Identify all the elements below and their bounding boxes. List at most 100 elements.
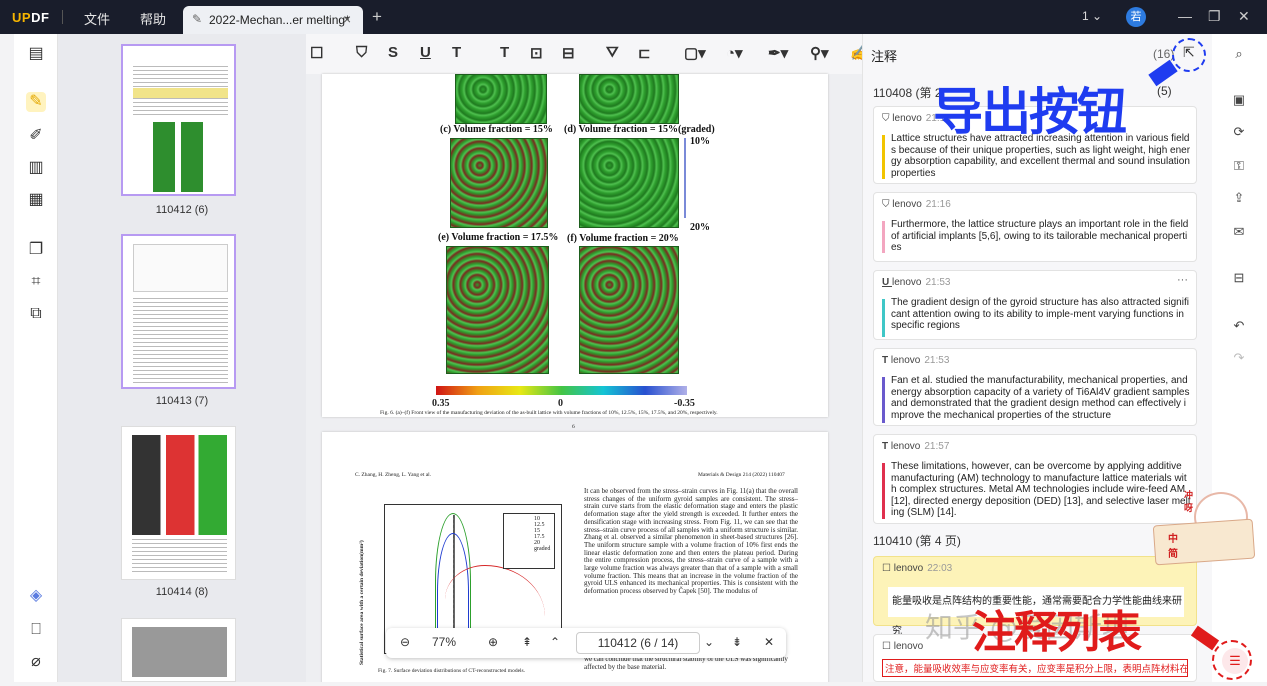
zoom-out-icon[interactable]: ⊖ <box>400 635 410 649</box>
close-icon[interactable]: ✕ <box>764 635 774 649</box>
thumbnail-page-6[interactable] <box>121 44 236 196</box>
save-icon[interactable]: ⊟ <box>1230 270 1248 288</box>
last-page-icon[interactable]: ⇟ <box>732 635 742 649</box>
body-text: we can conclude that the structural stab… <box>584 655 788 671</box>
shape-icon[interactable]: ▢▾ <box>684 44 706 62</box>
attachment-icon[interactable]: ⌀ <box>26 652 46 672</box>
highlight-icon[interactable]: ⛉ <box>356 44 367 61</box>
thumbnail-highlight <box>133 88 228 98</box>
first-page-icon[interactable]: ⇞ <box>522 635 532 649</box>
minimize-icon[interactable]: — <box>1178 8 1192 24</box>
text-icon: T <box>882 441 891 452</box>
thumbnail-figure <box>153 122 175 192</box>
page-group-header[interactable]: 110410 (第 4 页) <box>873 532 961 549</box>
maximize-icon[interactable]: ❐ <box>1208 8 1221 25</box>
ocr-icon[interactable]: ▣ <box>1230 92 1248 110</box>
pen-icon[interactable]: ✒▾ <box>768 44 788 62</box>
comment-time: 21:57 <box>924 441 950 452</box>
note-icon: ☐ <box>882 563 894 574</box>
page-group-header[interactable]: 110408 (第 2 (5) <box>873 84 1172 101</box>
text-icon[interactable]: T <box>500 44 509 61</box>
callout-icon[interactable]: ⊟ <box>562 44 575 62</box>
color-bar <box>882 377 885 423</box>
text-icon: T <box>882 355 891 366</box>
strikethrough-icon[interactable]: S <box>388 44 398 61</box>
layers-icon[interactable]: ◈ <box>26 586 46 606</box>
figure-label: (d) Volume fraction = 15%(graded) <box>564 124 715 135</box>
figure-label: (f) Volume fraction = 20% <box>567 233 679 244</box>
more-icon[interactable]: ··· <box>1177 274 1188 286</box>
thumbnail-text <box>132 539 227 575</box>
avatar[interactable]: 若 <box>1126 7 1146 27</box>
new-tab-icon[interactable]: + <box>372 7 382 27</box>
comment-time: 21:16 <box>925 199 951 210</box>
share-icon[interactable]: ⇪ <box>1230 190 1248 208</box>
figure-label: 20% <box>690 222 710 233</box>
zoom-level[interactable]: 77% <box>432 635 456 649</box>
organize-icon[interactable]: ❐ <box>26 240 46 260</box>
next-page-icon[interactable]: ⌄ <box>704 635 714 649</box>
comment-tool-icon[interactable]: ✎ <box>26 92 46 112</box>
sticker-icon[interactable]: ◔▾ <box>726 44 743 62</box>
zoom-in-icon[interactable]: ⊕ <box>488 635 498 649</box>
bookmark-icon[interactable]: ⎕ <box>26 620 46 640</box>
close-tab-icon[interactable]: × <box>343 11 351 27</box>
thumbnail-figure <box>181 122 203 192</box>
mail-icon[interactable]: ✉ <box>1230 224 1248 242</box>
reader-icon[interactable]: ▤ <box>26 44 46 64</box>
comment-card[interactable]: T lenovo 21:57 These limitations, however… <box>873 434 1197 524</box>
zoom-toolbar: ⊖ 77% ⊕ ⇞ ⌃ 110412 (6 / 14) ⌄ ⇟ ✕ <box>386 628 786 658</box>
menu-help[interactable]: 帮助 <box>140 9 166 28</box>
edit-pdf-icon[interactable]: ✐ <box>26 126 46 146</box>
undo-icon[interactable]: ↶ <box>1230 318 1248 336</box>
batch-icon[interactable]: ⧉ <box>26 304 46 324</box>
pencil-icon[interactable]: ⛛ <box>606 44 619 61</box>
eraser-icon[interactable]: ⊏ <box>638 44 651 62</box>
search-icon[interactable]: ⌕ <box>1230 46 1248 64</box>
thumbnail-page-9[interactable] <box>121 618 236 682</box>
crop-icon[interactable]: ⌗ <box>26 272 46 292</box>
left-toolbar: ▤ ✎ ✐ ▥ ▦ ❐ ⌗ ⧉ ◈ ⎕ ⌀ <box>14 34 58 682</box>
prev-page-icon[interactable]: ⌃ <box>550 635 560 649</box>
figure-caption: Fig. 6. (a)–(f) Front view of the manufa… <box>380 410 718 416</box>
page-number-field[interactable]: 110412 (6 / 14) <box>576 632 700 654</box>
comment-user: lenovo <box>893 641 924 652</box>
thumbnail-figure <box>132 435 227 535</box>
thumbnail-page-8[interactable] <box>121 426 236 580</box>
squiggly-icon[interactable]: T <box>452 44 461 61</box>
form-icon[interactable]: ▦ <box>26 190 46 210</box>
document-tab[interactable]: ✎ 2022-Mechan...er melting* × <box>183 6 363 34</box>
figure-label: (e) Volume fraction = 17.5% <box>438 232 559 243</box>
comment-card[interactable]: T lenovo 21:53 Fan et al. studied the man… <box>873 348 1197 426</box>
lattice-image <box>579 138 679 228</box>
thumbnail-page-7[interactable] <box>121 234 236 389</box>
comment-text: The gradient design of the gyroid struct… <box>891 297 1189 331</box>
stamp-icon[interactable]: ⚲▾ <box>810 44 829 62</box>
note-icon[interactable]: ☐ <box>310 44 323 62</box>
comment-card[interactable]: U lenovo 21:53 ··· The gradient design of… <box>873 270 1197 340</box>
underline-icon[interactable]: U <box>420 44 431 61</box>
close-window-icon[interactable]: ✕ <box>1238 8 1250 25</box>
annotation-label-list: 注释列表 <box>972 607 1142 658</box>
page-count-dropdown[interactable]: 1 ⌄ <box>1082 9 1102 23</box>
textbox-icon[interactable]: ⊡ <box>530 44 543 62</box>
menu-file[interactable]: 文件 <box>84 9 110 28</box>
protect-icon[interactable]: ⚿ <box>1230 158 1248 176</box>
highlight-circle <box>1212 640 1252 680</box>
convert-icon[interactable]: ⟳ <box>1230 124 1248 142</box>
gradient-line <box>684 138 686 218</box>
thumbnail-chart <box>133 244 228 292</box>
comment-header: T lenovo 21:53 <box>882 355 949 366</box>
signature-icon[interactable]: ✍ <box>850 44 862 62</box>
redo-icon[interactable]: ↷ <box>1230 350 1248 368</box>
comment-header: ☐ lenovo <box>882 641 923 652</box>
figure-caption: Fig. 7. Surface deviation distributions … <box>378 668 526 674</box>
sticker: 冲呀 中 简 <box>1152 484 1256 570</box>
edit-icon: ✎ <box>192 12 203 26</box>
thumbnail-label: 110414 (8) <box>155 586 209 598</box>
convert-icon[interactable]: ▥ <box>26 158 46 178</box>
colorbar <box>436 386 687 395</box>
pdf-page-6: (c) Volume fraction = 15% (d) Volume fra… <box>322 74 828 430</box>
comment-card[interactable]: ⛉ lenovo 21:16 Furthermore, the lattice s… <box>873 192 1197 262</box>
page-number: 6 <box>572 424 575 430</box>
